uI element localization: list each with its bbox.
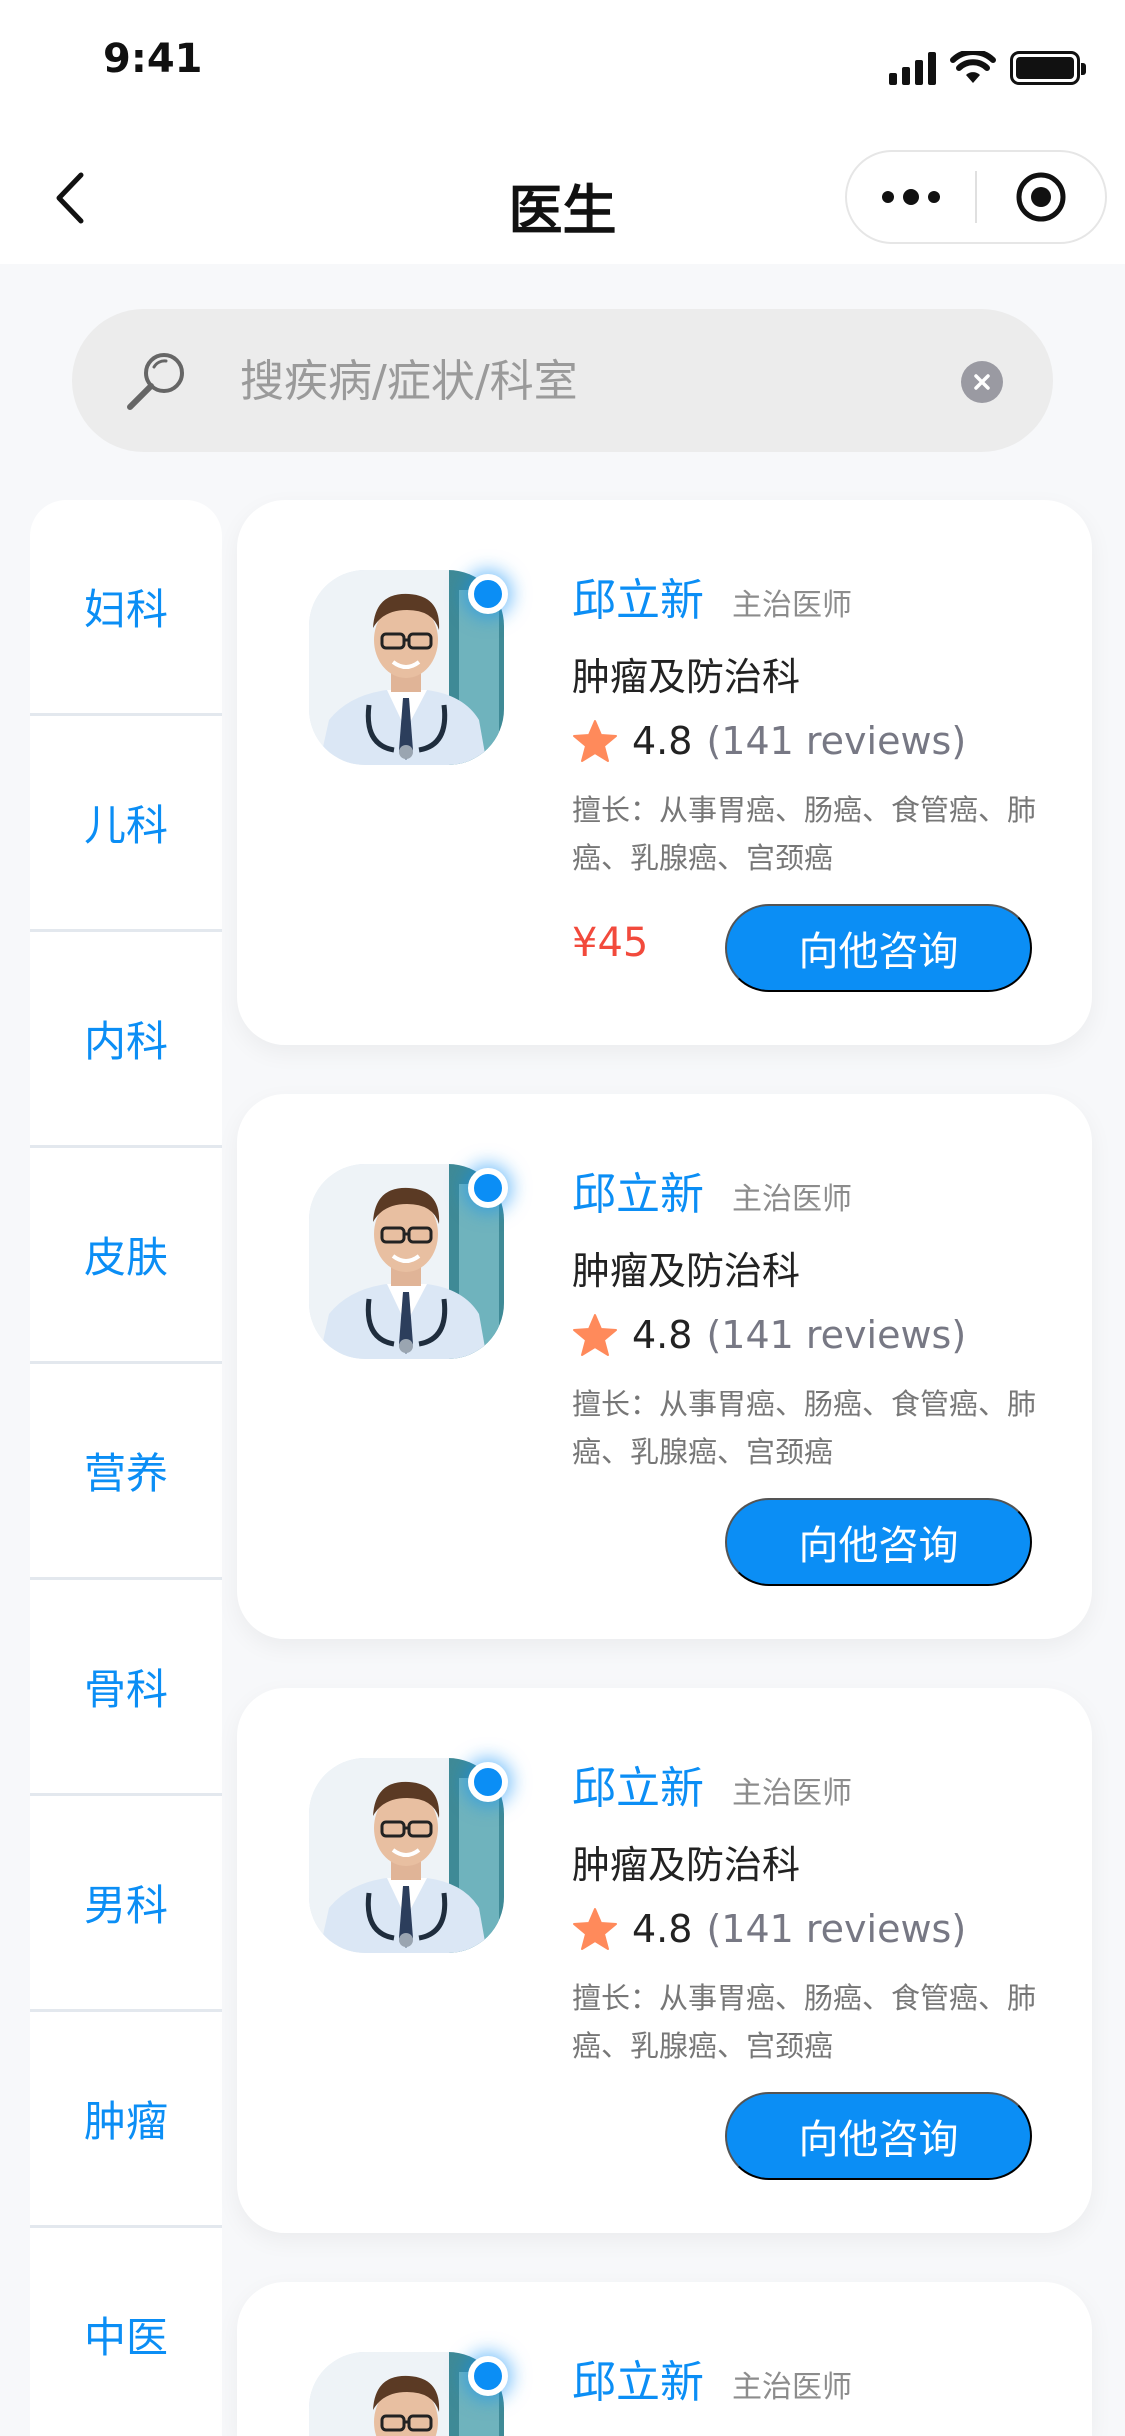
avatar-wrap (309, 570, 508, 765)
search-bar (72, 309, 1053, 452)
more-dots-icon (882, 191, 894, 203)
doctor-department: 肿瘤及防治科 (572, 1249, 801, 1293)
doctor-name[interactable]: 邱立新 (572, 564, 704, 628)
category-item-internal-medicine[interactable]: 内科 (30, 932, 222, 1148)
doctor-specialty: 擅长：从事胃癌、肠癌、食管癌、肺癌、乳腺癌、宫颈癌 (572, 1981, 1037, 2063)
wifi-icon (950, 51, 996, 83)
rating-score: 4.8 (632, 1313, 693, 1357)
doctor-card[interactable]: 邱立新 主治医师 肿瘤及防治科 4.8 (141 reviews) 擅长：从事胃… (237, 1094, 1092, 1639)
online-dot-icon (468, 574, 508, 614)
category-sidebar: 妇科 儿科 内科 皮肤 营养 骨科 男科 肿瘤 中医 (30, 500, 222, 2436)
magnifier-icon (127, 353, 184, 410)
category-item-pediatrics[interactable]: 儿科 (30, 716, 222, 932)
doctor-name[interactable]: 邱立新 (572, 1752, 704, 1816)
star-icon (573, 1314, 617, 1356)
avatar-wrap (309, 1758, 508, 1953)
doctor-title: 主治医师 (732, 1776, 852, 1811)
search-input[interactable] (240, 339, 940, 423)
online-dot-icon (468, 1762, 508, 1802)
doctor-name[interactable]: 邱立新 (572, 1158, 704, 1222)
rating-row: 4.8 (141 reviews) (572, 1902, 966, 1956)
consult-button[interactable]: 向他咨询 (725, 2092, 1032, 2180)
status-bar: 9:41 (0, 0, 1125, 132)
review-count: (141 reviews) (706, 719, 967, 763)
mini-program-capsule (845, 150, 1107, 244)
rating-row: 4.8 (141 reviews) (572, 1308, 966, 1362)
category-item-tcm[interactable]: 中医 (30, 2228, 222, 2436)
doctor-name[interactable]: 邱立新 (572, 2346, 704, 2410)
avatar-wrap (309, 2352, 508, 2436)
doctor-title: 主治医师 (732, 1182, 852, 1217)
category-item-nutrition[interactable]: 营养 (30, 1364, 222, 1580)
doctor-card[interactable]: 邱立新 主治医师 (237, 2282, 1092, 2436)
cellular-signal-icon (889, 51, 936, 85)
avatar-wrap (309, 1164, 508, 1359)
close-mini-program-button[interactable] (977, 152, 1105, 242)
online-dot-icon (468, 2356, 508, 2396)
status-time: 9:41 (103, 36, 203, 82)
status-icons (889, 48, 1086, 88)
category-item-dermatology[interactable]: 皮肤 (30, 1148, 222, 1364)
rating-score: 4.8 (632, 1907, 693, 1951)
doctor-card[interactable]: 邱立新 主治医师 肿瘤及防治科 4.8 (141 reviews) 擅长：从事胃… (237, 500, 1092, 1045)
category-item-orthopedics[interactable]: 骨科 (30, 1580, 222, 1796)
doctor-specialty: 擅长：从事胃癌、肠癌、食管癌、肺癌、乳腺癌、宫颈癌 (572, 1387, 1037, 1469)
doctor-department: 肿瘤及防治科 (572, 655, 801, 699)
review-count: (141 reviews) (706, 1907, 967, 1951)
doctor-department: 肿瘤及防治科 (572, 1843, 801, 1887)
more-button[interactable] (847, 152, 975, 242)
star-icon (573, 720, 617, 762)
review-count: (141 reviews) (706, 1313, 967, 1357)
star-icon (573, 1908, 617, 1950)
category-item-andrology[interactable]: 男科 (30, 1796, 222, 2012)
consult-button[interactable]: 向他咨询 (725, 1498, 1032, 1586)
online-dot-icon (468, 1168, 508, 1208)
target-icon (1016, 172, 1066, 222)
doctor-title: 主治医师 (732, 2370, 852, 2405)
category-item-gynecology[interactable]: 妇科 (30, 500, 222, 716)
consult-button[interactable]: 向他咨询 (725, 904, 1032, 992)
clear-icon (974, 374, 990, 390)
consult-price: ¥45 (572, 920, 649, 966)
doctor-card[interactable]: 邱立新 主治医师 肿瘤及防治科 4.8 (141 reviews) 擅长：从事胃… (237, 1688, 1092, 2233)
doctor-title: 主治医师 (732, 588, 852, 623)
category-item-oncology[interactable]: 肿瘤 (30, 2012, 222, 2228)
rating-row: 4.8 (141 reviews) (572, 714, 966, 768)
rating-score: 4.8 (632, 719, 693, 763)
battery-icon (1010, 51, 1086, 85)
doctor-specialty: 擅长：从事胃癌、肠癌、食管癌、肺癌、乳腺癌、宫颈癌 (572, 793, 1037, 875)
clear-button[interactable] (961, 361, 1003, 403)
nav-bar: 医生 (0, 132, 1125, 264)
